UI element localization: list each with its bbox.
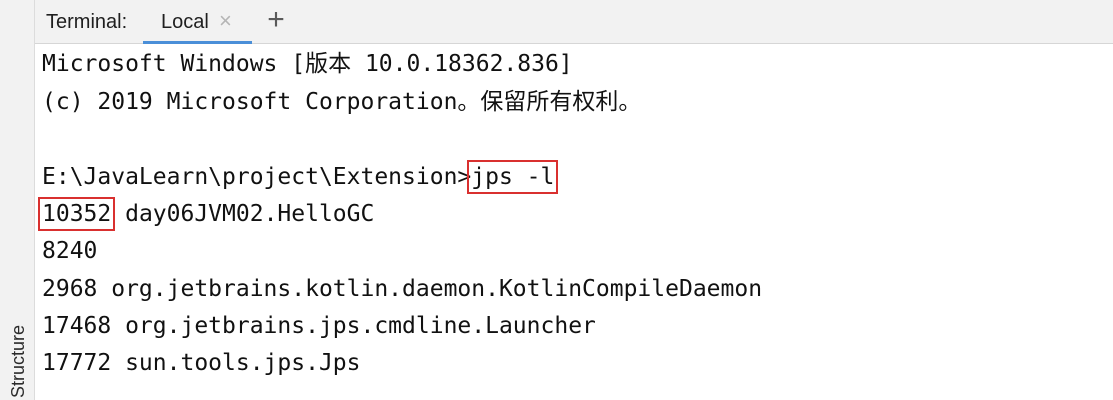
process-id-highlight: 10352 <box>37 197 116 231</box>
output-line-jps: 17772 sun.tools.jps.Jps <box>42 350 361 376</box>
structure-tool-tab[interactable]: Structure <box>7 318 29 398</box>
tab-local[interactable]: Local × <box>143 0 252 45</box>
terminal-output[interactable]: Microsoft Windows [版本 10.0.18362.836] (c… <box>35 44 1113 400</box>
output-line-kotlin-daemon: 2968 org.jetbrains.kotlin.daemon.KotlinC… <box>42 276 763 302</box>
ide-terminal-panel: Structure Terminal: Local × + Microsoft … <box>0 0 1113 400</box>
output-line-windows-version: Microsoft Windows [版本 10.0.18362.836] <box>42 51 573 77</box>
side-tool-strip: Structure <box>0 0 35 400</box>
close-icon[interactable]: × <box>219 8 232 34</box>
plus-icon[interactable]: + <box>264 4 288 36</box>
terminal-tab-bar: Terminal: Local × + <box>35 0 1113 45</box>
tab-local-label: Local <box>161 11 209 33</box>
output-line-hellogc: 10352 day06JVM02.HelloGC <box>37 197 375 231</box>
output-line-8240: 8240 <box>42 238 98 264</box>
process-name: day06JVM02.HelloGC <box>111 201 375 227</box>
output-line-jps-launcher: 17468 org.jetbrains.jps.cmdline.Launcher <box>42 313 596 339</box>
terminal-title: Terminal: <box>46 11 128 33</box>
command-jps: jps -l <box>467 160 559 194</box>
command-prompt: E:\JavaLearn\project\Extension> <box>42 164 472 190</box>
command-line: E:\JavaLearn\project\Extension>jps -l <box>42 160 559 194</box>
output-line-copyright: (c) 2019 Microsoft Corporation。保留所有权利。 <box>42 89 642 115</box>
